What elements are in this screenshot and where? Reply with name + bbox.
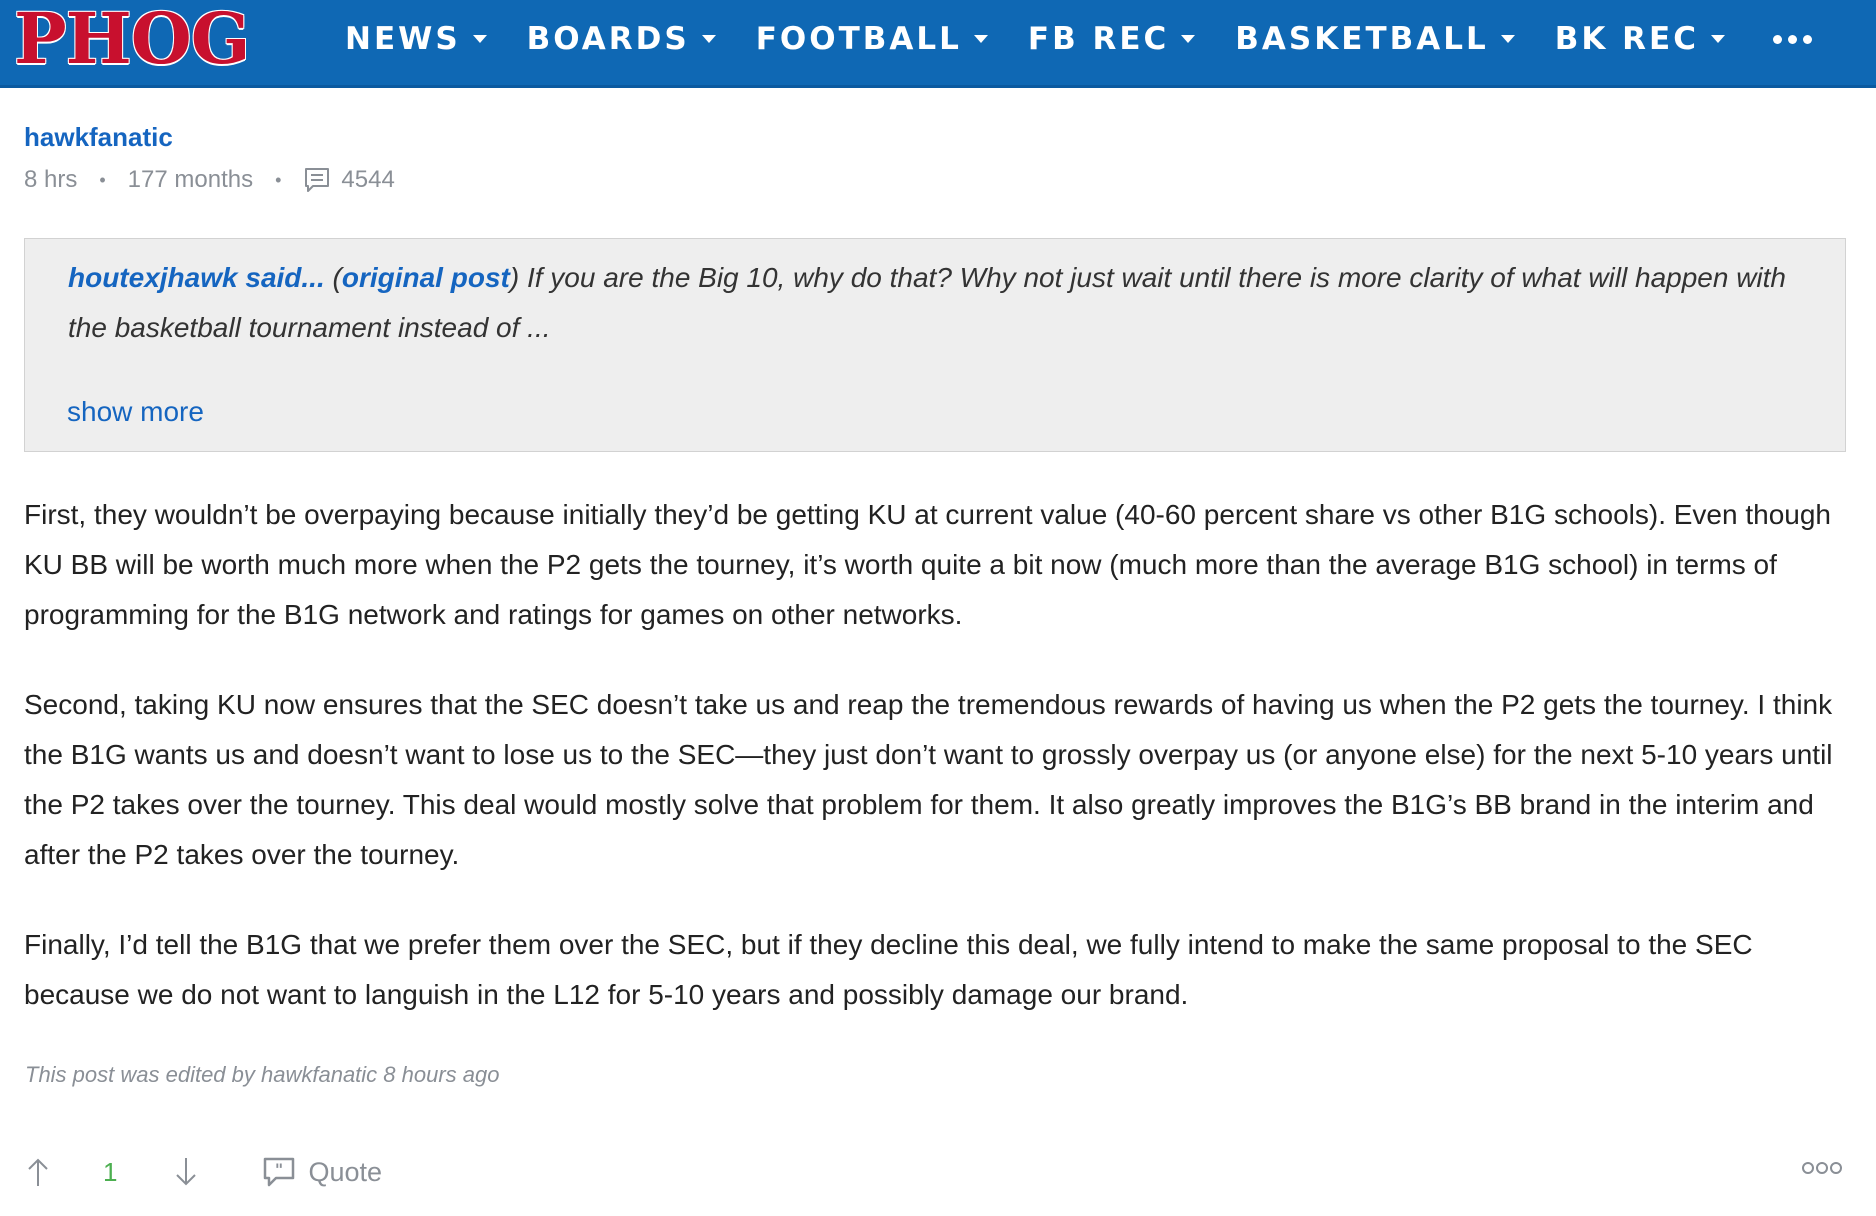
- separator-dot: •: [275, 169, 282, 190]
- quoted-post: houtexjhawk said... (original post) If y…: [24, 238, 1846, 452]
- edited-note: This post was edited by hawkfanatic 8 ho…: [25, 1062, 500, 1087]
- main-nav: NEWS BOARDS FOOTBALL FB REC BASKETBALL B…: [345, 0, 1812, 78]
- post-count: 4544: [341, 166, 395, 193]
- nav-bk-rec-label: BK REC: [1554, 21, 1699, 57]
- quote-paren-open: (: [332, 262, 342, 293]
- quote-body: If you are the Big 10, why do that? Why …: [68, 262, 1787, 343]
- nav-football-label: FOOTBALL: [755, 21, 962, 57]
- chevron-down-icon: [1181, 35, 1196, 43]
- nav-boards-label: BOARDS: [526, 21, 690, 57]
- post-actions: 1 " Quote: [24, 1152, 382, 1192]
- nav-bk-rec[interactable]: BK REC: [1555, 21, 1725, 57]
- chevron-down-icon: [1500, 35, 1515, 43]
- post-meta: 8 hrs • 177 months • 4544: [24, 166, 395, 194]
- post-author[interactable]: hawkfanatic: [24, 122, 173, 153]
- svg-text:": ": [275, 1160, 283, 1179]
- chevron-down-icon: [973, 35, 988, 43]
- chevron-down-icon: [701, 35, 716, 43]
- nav-fb-rec-label: FB REC: [1027, 21, 1170, 57]
- post-body: First, they wouldn’t be overpaying becau…: [24, 490, 1854, 1060]
- more-options-icon[interactable]: [1802, 1162, 1842, 1174]
- chevron-down-icon: [472, 35, 487, 43]
- post-time: 8 hrs: [24, 166, 78, 193]
- quote-button[interactable]: " Quote: [262, 1156, 382, 1188]
- nav-news[interactable]: NEWS: [345, 21, 487, 57]
- nav-football[interactable]: FOOTBALL: [756, 21, 988, 57]
- top-nav-bar: PHOG NEWS BOARDS FOOTBALL FB REC BASKETB…: [0, 0, 1876, 88]
- post-paragraph: Second, taking KU now ensures that the S…: [24, 689, 1833, 870]
- downvote-arrow-icon[interactable]: [172, 1156, 200, 1188]
- quote-bubble-icon: ": [264, 1157, 295, 1187]
- upvote-arrow-icon[interactable]: [24, 1156, 52, 1188]
- nav-basketball-label: BASKETBALL: [1235, 21, 1489, 57]
- post-paragraph: Finally, I’d tell the B1G that we prefer…: [24, 929, 1753, 1010]
- nav-news-label: NEWS: [345, 21, 461, 57]
- show-more-link[interactable]: show more: [67, 396, 204, 428]
- separator-dot: •: [99, 169, 106, 190]
- chevron-down-icon: [1710, 35, 1725, 43]
- nav-basketball[interactable]: BASKETBALL: [1235, 21, 1515, 57]
- nav-boards[interactable]: BOARDS: [527, 21, 716, 57]
- quote-button-label: Quote: [308, 1156, 383, 1187]
- vote-count: 1: [103, 1156, 118, 1187]
- site-logo[interactable]: PHOG: [14, 0, 251, 78]
- post-paragraph: First, they wouldn’t be overpaying becau…: [24, 499, 1831, 630]
- quote-text: houtexjhawk said... (original post) If y…: [68, 253, 1808, 353]
- quote-paren-close: ): [509, 262, 520, 293]
- ellipsis-icon[interactable]: [1772, 34, 1812, 44]
- comment-icon: [305, 168, 330, 192]
- quoted-author-link[interactable]: houtexjhawk said...: [68, 262, 325, 293]
- member-tenure: 177 months: [127, 166, 254, 193]
- nav-fb-rec[interactable]: FB REC: [1027, 21, 1196, 57]
- original-post-link[interactable]: original post: [342, 262, 510, 293]
